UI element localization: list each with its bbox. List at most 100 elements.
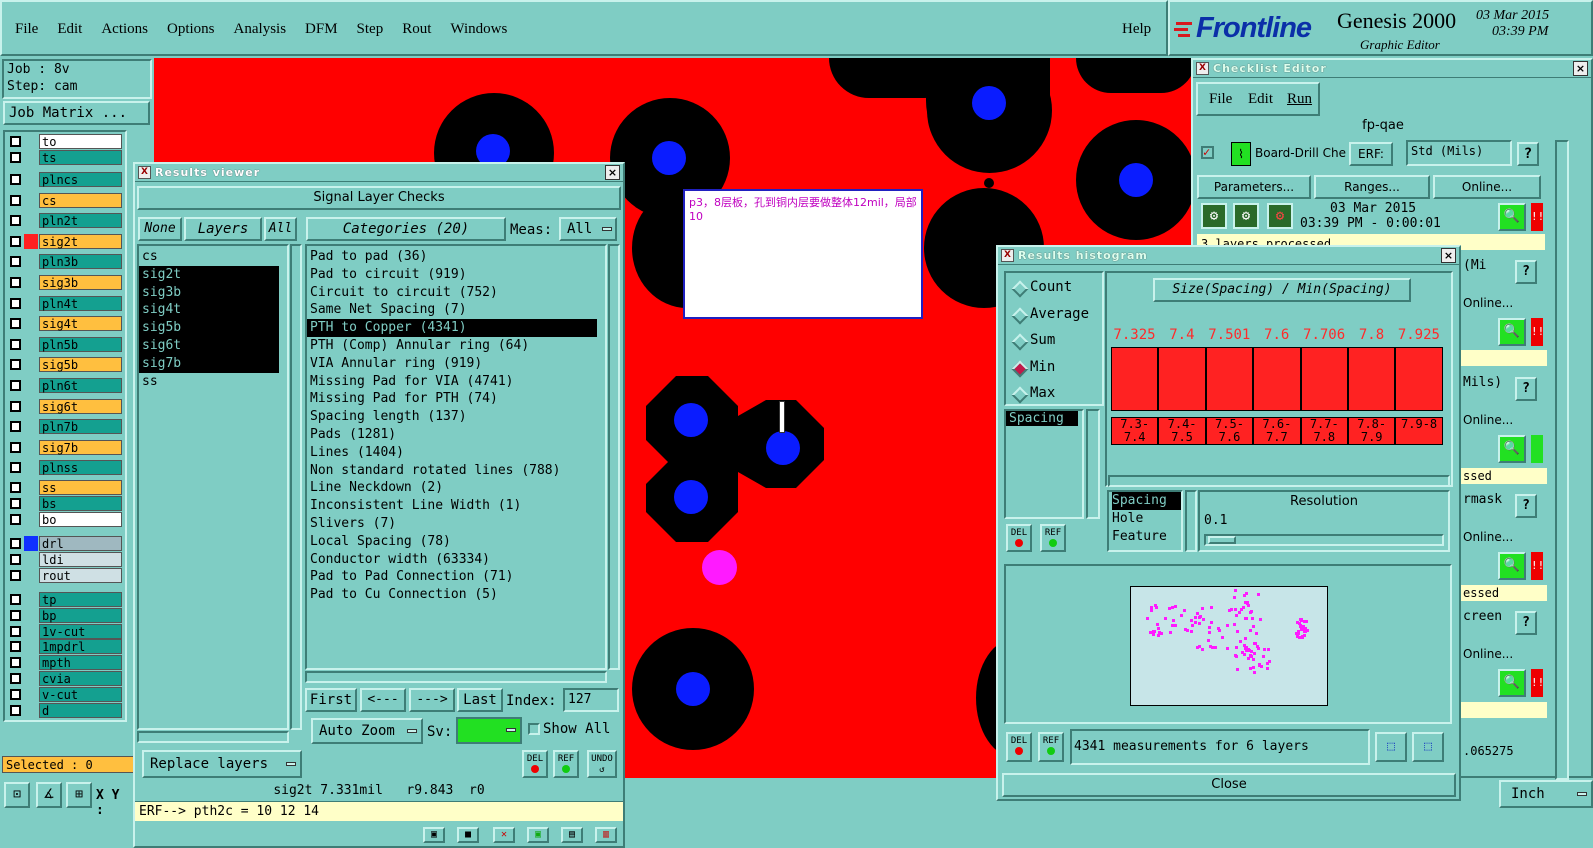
layer-name[interactable]: sig6t (39, 398, 122, 414)
rv-category-item[interactable]: Lines (1404) (307, 444, 605, 462)
rv-category-item[interactable]: Missing Pad for VIA (4741) (307, 373, 605, 391)
layer-name[interactable]: tp (39, 592, 122, 607)
layer-row[interactable]: ldi (8, 552, 122, 567)
categories-button[interactable]: Categories (20) (306, 217, 506, 241)
histogram-bar[interactable] (1300, 347, 1348, 411)
rv-category-item[interactable]: Circuit to circuit (752) (307, 284, 605, 302)
layer-row[interactable]: 1mpdrl (8, 639, 122, 655)
menu-dfm[interactable]: DFM (305, 21, 338, 38)
rv-category-item[interactable]: Spacing length (137) (307, 408, 605, 426)
layer-name[interactable]: pln3b (39, 254, 122, 270)
run-all-icon[interactable]: ⚙ (1233, 203, 1259, 229)
zoom-icon[interactable]: 🔍 (1498, 552, 1526, 580)
layer-checkbox[interactable] (10, 297, 21, 309)
tool-measure-icon[interactable]: ∡ (36, 782, 62, 808)
layer-checkbox[interactable] (10, 609, 21, 621)
layer-checkbox[interactable] (10, 152, 21, 163)
help-button[interactable]: ? (1515, 260, 1537, 284)
layer-row[interactable]: pln7b (8, 419, 122, 435)
layer-name[interactable]: bs (39, 496, 122, 511)
layer-row[interactable]: sig7b (8, 439, 122, 455)
help-button[interactable]: ? (1515, 494, 1537, 518)
attr-item[interactable]: Hole (1112, 510, 1181, 528)
layer-checkbox[interactable] (10, 136, 21, 147)
rv-category-item[interactable]: Non standard rotated lines (788) (307, 462, 605, 480)
toolbar-icon[interactable]: ■ (457, 827, 479, 843)
help-button[interactable]: ? (1515, 377, 1537, 401)
mode-radio-sum[interactable] (1011, 333, 1029, 351)
layer-row[interactable]: pln3b (8, 254, 122, 270)
layer-name[interactable]: ts (39, 150, 122, 165)
checklist-menu-file[interactable]: File (1209, 91, 1232, 108)
layer-name[interactable]: sig2t (39, 233, 122, 249)
close-icon[interactable]: × (1441, 248, 1456, 263)
layer-name[interactable]: cs (39, 192, 122, 208)
erf-button[interactable]: ERF: (1349, 142, 1393, 166)
layer-row[interactable]: drl (8, 536, 122, 551)
attr-item[interactable]: Feature (1112, 528, 1181, 546)
layer-row[interactable]: sig4t (8, 316, 122, 332)
next-button[interactable]: ---> (409, 688, 455, 712)
layer-name[interactable]: bp (39, 607, 122, 623)
mode-radio-max[interactable] (1011, 386, 1029, 404)
prev-button[interactable]: <--- (360, 688, 406, 712)
rv-layer-list[interactable]: cs sig2t sig3b sig4t sig5b sig6t sig7b ss (137, 244, 289, 730)
help-button[interactable]: ? (1517, 142, 1539, 166)
layer-name[interactable]: pln4t (39, 295, 122, 311)
layer-name[interactable]: 1mpdrl (39, 639, 122, 655)
rv-category-item[interactable]: Pad to circuit (919) (307, 266, 605, 284)
layer-checkbox[interactable] (10, 482, 21, 493)
parameters-button[interactable]: Parameters... (1197, 175, 1311, 199)
layer-name[interactable]: pln6t (39, 378, 122, 393)
histogram-bar[interactable] (1395, 347, 1443, 411)
layer-checkbox[interactable] (10, 641, 21, 653)
menu-step[interactable]: Step (357, 21, 384, 38)
layer-name[interactable]: pln2t (39, 213, 122, 229)
partial-online[interactable]: Online... (1463, 530, 1513, 544)
show-all-checkbox[interactable] (528, 723, 540, 735)
layer-checkbox[interactable] (10, 215, 21, 227)
rv-category-item[interactable]: Pad to Cu Connection (5) (307, 586, 605, 604)
mode-radio-count[interactable] (1011, 280, 1029, 298)
rv-category-item[interactable]: Missing Pad for PTH (74) (307, 390, 605, 408)
layer-row[interactable]: plncs (8, 172, 122, 187)
rv-category-item[interactable]: VIA Annular ring (919) (307, 355, 605, 373)
histogram-hscrollbar[interactable] (1108, 475, 1450, 487)
rv-layer-item[interactable]: cs (139, 248, 287, 266)
slider-thumb[interactable] (1208, 536, 1236, 544)
zoom-icon[interactable]: 🔍 (1498, 318, 1526, 346)
layer-row[interactable]: ss (8, 480, 122, 495)
rv-layer-item[interactable]: sig3b (139, 283, 279, 302)
layer-row[interactable]: ts (8, 150, 122, 165)
layer-checkbox[interactable] (10, 380, 21, 391)
layer-name[interactable]: sig4t (39, 316, 122, 332)
histogram-bar[interactable] (1205, 347, 1254, 411)
histogram-bar[interactable] (1158, 347, 1206, 411)
layer-row[interactable]: to (8, 134, 122, 149)
layer-name[interactable]: rout (39, 568, 122, 583)
layer-name[interactable]: to (39, 134, 122, 149)
rv-category-item[interactable]: Same Net Spacing (7) (307, 301, 605, 319)
menu-actions[interactable]: Actions (101, 21, 148, 38)
layer-row[interactable]: mpth (8, 655, 122, 671)
window-menu-icon[interactable]: X (1001, 249, 1014, 262)
layer-row[interactable]: sig3b (8, 275, 122, 290)
checklist-scrollbar[interactable] (1555, 140, 1569, 780)
layer-row[interactable]: sig2t (8, 233, 122, 249)
layer-checkbox[interactable] (10, 462, 21, 474)
layer-checkbox[interactable] (10, 625, 21, 637)
layer-row[interactable]: bp (8, 607, 122, 623)
rv-category-scrollbar[interactable] (608, 244, 620, 670)
attr-list[interactable]: Spacing Hole Feature (1107, 490, 1183, 552)
action-check-icon[interactable]: ✓ (1201, 146, 1214, 159)
layer-checkbox[interactable] (10, 673, 21, 684)
rv-category-hscrollbar[interactable] (305, 671, 607, 683)
partial-online[interactable]: Online... (1463, 296, 1513, 310)
field-list-scrollbar[interactable] (1086, 409, 1100, 519)
layer-row[interactable]: sig6t (8, 398, 122, 414)
layer-name[interactable]: plnss (39, 460, 122, 476)
rv-category-item[interactable]: Local Spacing (78) (307, 533, 605, 551)
rv-layer-item[interactable]: sig7b (139, 354, 279, 373)
layer-checkbox[interactable] (10, 277, 21, 288)
histogram-bar[interactable] (1253, 347, 1301, 411)
